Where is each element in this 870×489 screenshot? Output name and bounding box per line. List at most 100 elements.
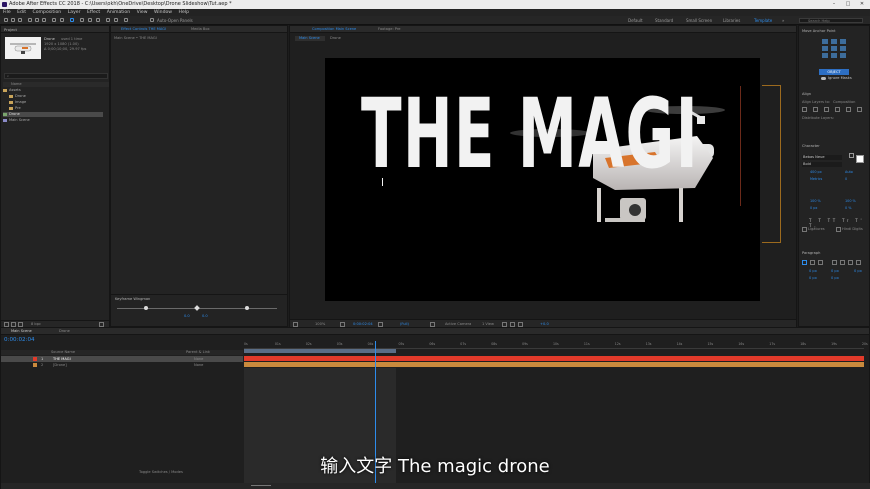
tab-footage[interactable]: Footage: Pre — [378, 26, 401, 33]
vertical-scale-value[interactable]: 100 % — [810, 199, 821, 203]
font-style-dropdown[interactable]: Bold — [802, 162, 842, 167]
eraser-tool-icon[interactable] — [96, 18, 100, 22]
camera-dropdown[interactable]: Active Camera — [445, 322, 471, 326]
align-target-dropdown[interactable]: Composition — [833, 100, 855, 104]
align-hcenter-icon[interactable] — [813, 107, 818, 112]
composition-viewer[interactable]: THE MAGI — [325, 58, 760, 301]
easing-slider-center[interactable] — [194, 305, 200, 311]
hand-tool-icon[interactable] — [11, 18, 15, 22]
project-item[interactable]: Pre — [3, 106, 103, 111]
fill-color-swatch[interactable] — [856, 155, 864, 163]
search-help-input[interactable]: Search Help — [799, 18, 863, 23]
easing-slider-handle-right[interactable] — [245, 306, 249, 310]
tsume-value[interactable]: 0 % — [845, 206, 851, 210]
ease-in-value[interactable]: 0.0 — [184, 314, 190, 318]
layer-parent-dropdown[interactable]: None — [194, 357, 203, 361]
align-left-icon[interactable] — [802, 107, 807, 112]
auto-open-checkbox[interactable] — [150, 18, 154, 22]
source-name-column[interactable]: Source Name — [51, 350, 75, 354]
zoom-tool-icon[interactable] — [18, 18, 22, 22]
justify-center-icon[interactable] — [840, 260, 845, 265]
resolution-dropdown[interactable]: (Full) — [400, 322, 409, 326]
menu-composition[interactable]: Composition — [33, 10, 62, 15]
project-item[interactable]: Image — [3, 100, 103, 105]
align-text-left-icon[interactable] — [802, 260, 807, 265]
layer-bar-the-magi[interactable] — [244, 356, 864, 361]
eyedropper-icon[interactable] — [849, 153, 854, 158]
ligatures-checkbox[interactable] — [802, 227, 807, 232]
layer-row[interactable]: 2 [Drone] None — [1, 362, 243, 368]
rectangle-tool-icon[interactable] — [52, 18, 56, 22]
clone-stamp-tool-icon[interactable] — [88, 18, 92, 22]
menu-edit[interactable]: Edit — [17, 10, 26, 15]
view-layout-dropdown[interactable]: 1 View — [482, 322, 494, 326]
menu-effect[interactable]: Effect — [87, 10, 100, 15]
roto-brush-tool-icon[interactable] — [106, 18, 110, 22]
horizontal-scale-value[interactable]: 100 % — [845, 199, 856, 203]
brush-tool-icon[interactable] — [80, 18, 84, 22]
subtab-drone[interactable]: Drone — [330, 36, 341, 40]
timeline-icon[interactable] — [510, 321, 515, 327]
bit-depth-label[interactable]: 8 bpc — [31, 322, 41, 326]
indent-left-value[interactable]: 0 px — [809, 269, 817, 273]
ignore-masks-toggle[interactable] — [821, 77, 826, 80]
indent-right-value[interactable]: 0 px — [854, 269, 862, 273]
justify-left-icon[interactable] — [832, 260, 837, 265]
menu-file[interactable]: File — [3, 10, 11, 15]
kerning-value[interactable]: Metrics — [810, 177, 822, 181]
space-before-value[interactable]: 0 px — [809, 276, 817, 280]
tab-media-box[interactable]: Media Box — [191, 26, 210, 33]
align-top-icon[interactable] — [835, 107, 840, 112]
menu-layer[interactable]: Layer — [68, 10, 81, 15]
workspace-template[interactable]: Template — [754, 18, 772, 23]
align-vcenter-icon[interactable] — [846, 107, 851, 112]
align-bottom-icon[interactable] — [857, 107, 862, 112]
menu-animation[interactable]: Animation — [107, 10, 130, 15]
tracking-value[interactable]: 0 — [845, 177, 847, 181]
layer-name[interactable]: THE MAGI — [53, 357, 71, 361]
puppet-pin-icon[interactable] — [124, 18, 128, 22]
project-item-selected[interactable]: Drone — [3, 112, 103, 117]
ease-out-value[interactable]: 0.0 — [202, 314, 208, 318]
menu-view[interactable]: View — [137, 10, 148, 15]
camera-tool-icon[interactable] — [35, 18, 39, 22]
layer-bar-drone[interactable] — [244, 362, 864, 367]
font-size-value[interactable]: 400 px — [810, 170, 822, 174]
font-family-dropdown[interactable]: Bebas Neue — [802, 155, 842, 160]
justify-all-icon[interactable] — [856, 260, 861, 265]
pen-tool-icon[interactable] — [60, 18, 64, 22]
project-search-input[interactable]: ⌕ — [4, 73, 108, 79]
workspace-libraries[interactable]: Libraries — [723, 18, 740, 23]
align-text-center-icon[interactable] — [810, 260, 815, 265]
fast-previews-icon[interactable] — [502, 321, 507, 327]
workspace-standard[interactable]: Standard — [655, 18, 673, 23]
type-tool-icon[interactable] — [70, 18, 74, 22]
project-item[interactable]: Assets — [3, 88, 103, 93]
layer-label-color[interactable] — [33, 357, 37, 361]
indent-first-value[interactable]: 0 px — [831, 269, 839, 273]
parent-link-column[interactable]: Parent & Link — [186, 350, 210, 354]
tab-effect-controls[interactable]: Effect Controls THE MAGI — [121, 26, 166, 33]
workspace-default[interactable]: Default — [628, 18, 643, 23]
exposure-value[interactable]: +0.0 — [540, 322, 549, 326]
workspace-small-screen[interactable]: Small Screen — [686, 18, 712, 23]
selection-tool-icon[interactable] — [4, 18, 8, 22]
project-column-header[interactable]: Name — [3, 82, 109, 87]
align-text-right-icon[interactable] — [818, 260, 823, 265]
menu-window[interactable]: Window — [154, 10, 172, 15]
project-item[interactable]: Main Scene — [3, 118, 103, 123]
flowchart-icon[interactable] — [518, 321, 523, 327]
time-ruler[interactable]: 0s 01s 02s 03s 04s 05s 06s 07s 08s 09s 10s 11s 12s 13… — [244, 341, 868, 349]
pan-behind-tool-icon[interactable] — [42, 18, 46, 22]
object-button[interactable]: OBJECT — [819, 69, 849, 75]
tab-main-scene[interactable]: Main Scene — [11, 328, 32, 335]
workspace-menu-icon[interactable]: » — [782, 18, 784, 23]
current-time-display[interactable]: 0:00:02:04 — [353, 322, 373, 326]
layer-name[interactable]: [Drone] — [53, 363, 67, 367]
timeline-current-time[interactable]: 0:00:02:04 — [4, 337, 35, 343]
easing-slider-handle-left[interactable] — [144, 306, 148, 310]
tab-composition[interactable]: Composition Main Scene — [312, 26, 356, 33]
anchor-grid[interactable] — [821, 38, 847, 60]
align-right-icon[interactable] — [824, 107, 829, 112]
snapshot-icon[interactable] — [378, 321, 383, 327]
